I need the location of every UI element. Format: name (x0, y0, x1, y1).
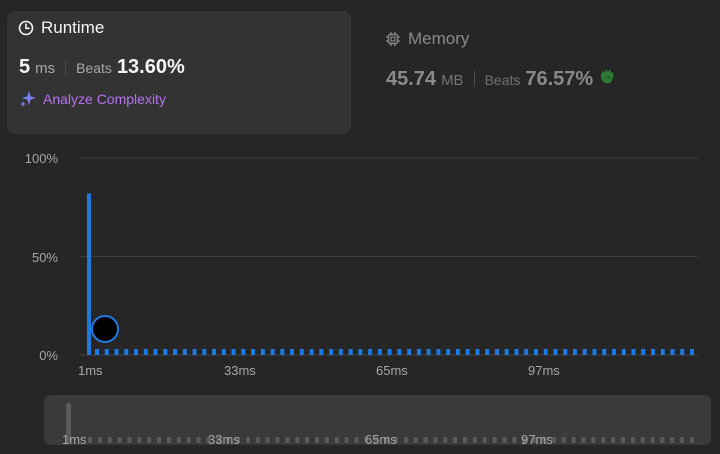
minimap-tick-1ms: 1ms (62, 432, 87, 447)
bar[interactable] (660, 349, 665, 355)
bar[interactable] (241, 349, 246, 355)
bar-1ms[interactable] (87, 193, 91, 355)
bar[interactable] (221, 349, 226, 355)
bar[interactable] (621, 349, 626, 355)
minimap-tick-65ms: 65ms (365, 432, 397, 447)
bar[interactable] (641, 349, 646, 355)
x-tick-1ms: 1ms (78, 363, 103, 378)
bar[interactable] (611, 349, 616, 355)
bar[interactable] (143, 349, 148, 355)
chip-icon (386, 32, 400, 46)
memory-tab[interactable]: Memory (385, 29, 469, 49)
bar[interactable] (95, 349, 99, 355)
bar[interactable] (114, 349, 119, 355)
memory-beats-label: Beats (484, 72, 521, 88)
bar[interactable] (475, 349, 480, 355)
bar[interactable] (192, 349, 197, 355)
clap-hands-icon (601, 69, 614, 84)
runtime-stats: 5 ms Beats 13.60% (19, 56, 185, 79)
bar[interactable] (650, 349, 655, 355)
bar[interactable] (407, 349, 412, 355)
memory-stats: 45.74 MB Beats 76.57% (386, 67, 618, 91)
y-tick-0: 0% (39, 348, 58, 363)
memory-unit: MB (441, 72, 464, 89)
bar[interactable] (582, 349, 587, 355)
divider (65, 59, 67, 76)
bar[interactable] (670, 349, 675, 355)
y-tick-50: 50% (31, 250, 58, 265)
bar[interactable] (465, 349, 470, 355)
bar[interactable] (134, 349, 139, 355)
bar[interactable] (602, 349, 607, 355)
bar[interactable] (309, 349, 314, 355)
bar[interactable] (563, 349, 568, 355)
x-tick-97ms: 97ms (528, 363, 560, 378)
runtime-title-label: Runtime (41, 18, 105, 37)
bar[interactable] (377, 349, 382, 355)
bar[interactable] (270, 349, 275, 355)
bar[interactable] (387, 349, 392, 355)
bar[interactable] (104, 349, 109, 355)
bar[interactable] (260, 349, 265, 355)
bar[interactable] (553, 349, 558, 355)
bar[interactable] (543, 349, 548, 355)
bar[interactable] (338, 349, 343, 355)
bar[interactable] (182, 349, 187, 355)
analyze-complexity-button[interactable]: Analyze Complexity (19, 90, 166, 108)
bar[interactable] (163, 349, 168, 355)
bar[interactable] (680, 349, 685, 355)
bar[interactable] (455, 349, 460, 355)
bar[interactable] (280, 349, 285, 355)
x-tick-33ms: 33ms (224, 363, 256, 378)
bar[interactable] (690, 349, 694, 355)
bar[interactable] (173, 349, 178, 355)
memory-beats-value: 76.57% (525, 68, 594, 90)
analyze-complexity-label: Analyze Complexity (43, 91, 166, 107)
x-tick-65ms: 65ms (376, 363, 408, 378)
your-runtime-marker[interactable] (91, 315, 119, 343)
bar[interactable] (485, 349, 490, 355)
bar[interactable] (631, 349, 636, 355)
bar[interactable] (290, 349, 295, 355)
runtime-beats-label: Beats (76, 60, 112, 76)
sparkle-icon (20, 91, 36, 107)
bar[interactable] (348, 349, 353, 355)
bar[interactable] (504, 349, 509, 355)
memory-value: 45.74 (386, 68, 437, 90)
bar[interactable] (231, 349, 236, 355)
bar[interactable] (124, 349, 129, 355)
runtime-unit: ms (35, 60, 56, 77)
bar[interactable] (329, 349, 334, 355)
bar[interactable] (358, 349, 363, 355)
minimap-tick-97ms: 97ms (521, 432, 553, 447)
bar[interactable] (514, 349, 519, 355)
divider (473, 71, 475, 87)
memory-title-label: Memory (408, 29, 470, 48)
bar[interactable] (368, 349, 373, 355)
bar[interactable] (524, 349, 529, 355)
bar[interactable] (592, 349, 597, 355)
bar[interactable] (212, 349, 217, 355)
bar[interactable] (446, 349, 451, 355)
runtime-title: Runtime (18, 18, 104, 38)
bar[interactable] (202, 349, 207, 355)
y-tick-100: 100% (24, 151, 58, 166)
bar[interactable] (299, 349, 304, 355)
bar[interactable] (251, 349, 256, 355)
bar[interactable] (572, 349, 577, 355)
bar[interactable] (533, 349, 538, 355)
bar[interactable] (426, 349, 431, 355)
bar[interactable] (153, 349, 158, 355)
runtime-value: 5 (19, 56, 31, 78)
runtime-beats-value: 13.60% (116, 56, 185, 78)
clock-icon (18, 20, 34, 36)
bar[interactable] (397, 349, 402, 355)
bar[interactable] (416, 349, 421, 355)
bar[interactable] (319, 349, 324, 355)
bar[interactable] (436, 349, 441, 355)
bar[interactable] (494, 349, 499, 355)
minimap-tick-33ms: 33ms (208, 432, 240, 447)
